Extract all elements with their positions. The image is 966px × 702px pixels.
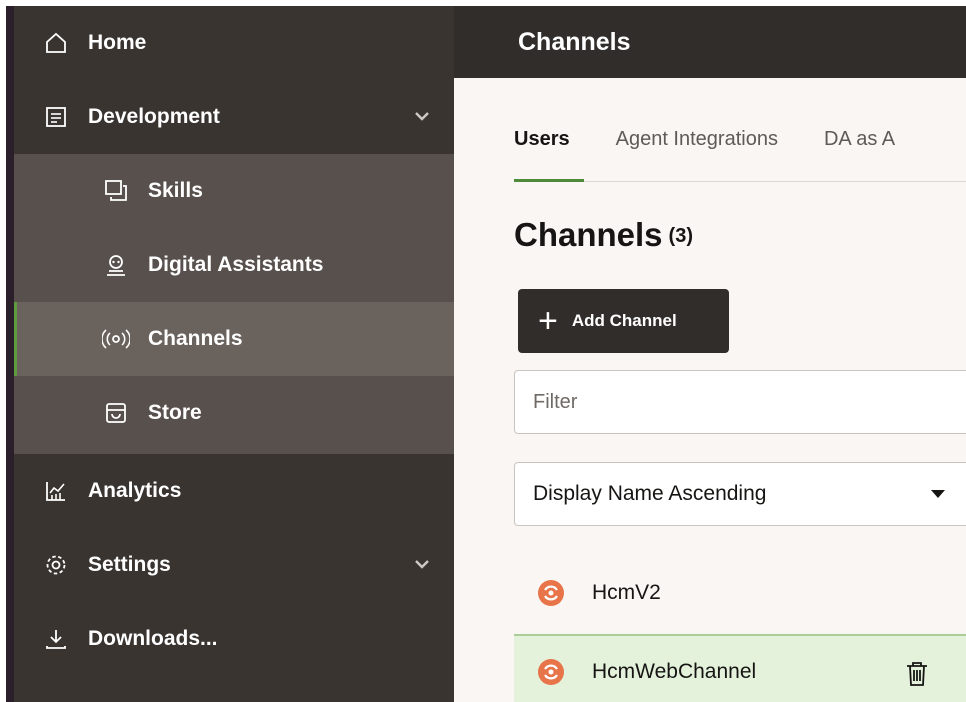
sidebar-item-home[interactable]: Home bbox=[14, 6, 454, 80]
sidebar-item-label: Downloads... bbox=[88, 627, 218, 650]
page-title: Channels (3) bbox=[514, 216, 693, 254]
sidebar-item-analytics[interactable]: Analytics bbox=[14, 454, 454, 528]
add-channel-label: Add Channel bbox=[571, 311, 677, 330]
broadcast-icon bbox=[102, 325, 130, 353]
channel-name: HcmWebChannel bbox=[592, 660, 757, 683]
download-icon bbox=[42, 625, 70, 653]
filter-input[interactable]: Filter bbox=[514, 370, 966, 434]
sidebar-item-label: Analytics bbox=[88, 479, 182, 502]
sidebar-item-downloads[interactable]: Downloads... bbox=[14, 602, 454, 676]
filter-placeholder: Filter bbox=[533, 390, 578, 413]
sidebar-item-label: Settings bbox=[88, 553, 171, 576]
sidebar-item-label: Home bbox=[88, 31, 147, 54]
tab-agent-integrations[interactable]: Agent Integrations bbox=[616, 122, 778, 181]
sort-select[interactable]: Display Name Ascending bbox=[514, 462, 966, 526]
sidebar-item-label: Development bbox=[88, 105, 220, 128]
document-list-icon bbox=[42, 103, 70, 131]
plus-icon: + bbox=[538, 302, 558, 340]
sidebar-item-skills[interactable]: Skills bbox=[14, 154, 454, 228]
tab-users[interactable]: Users bbox=[514, 122, 584, 182]
chevron-down-icon[interactable] bbox=[412, 106, 432, 126]
add-channel-button[interactable]: + Add Channel bbox=[518, 289, 729, 353]
tab-da-as-agent[interactable]: DA as A bbox=[824, 122, 895, 181]
chevron-down-icon[interactable] bbox=[412, 554, 432, 574]
list-item[interactable]: HcmV2 bbox=[514, 556, 966, 630]
skills-icon bbox=[102, 177, 130, 205]
sidebar-item-store[interactable]: Store bbox=[14, 376, 454, 450]
assistant-icon bbox=[102, 251, 130, 279]
channel-count: (3) bbox=[668, 225, 693, 247]
page-title-text: Channels bbox=[514, 216, 663, 253]
sidebar: Home Development Skills Digital Assistan… bbox=[6, 6, 454, 702]
page-header: Channels bbox=[454, 6, 966, 78]
sidebar-item-label: Channels bbox=[148, 327, 243, 350]
sidebar-item-label: Digital Assistants bbox=[148, 253, 324, 276]
trash-icon[interactable] bbox=[904, 660, 930, 688]
home-icon bbox=[42, 29, 70, 57]
sidebar-item-digital-assistants[interactable]: Digital Assistants bbox=[14, 228, 454, 302]
channel-icon bbox=[538, 580, 564, 606]
sidebar-item-settings[interactable]: Settings bbox=[14, 528, 454, 602]
list-item[interactable]: HcmWebChannel bbox=[514, 634, 966, 702]
gear-icon bbox=[42, 551, 70, 579]
sidebar-item-channels[interactable]: Channels bbox=[14, 302, 454, 376]
sidebar-item-label: Store bbox=[148, 401, 202, 424]
sidebar-item-development[interactable]: Development bbox=[14, 80, 454, 154]
main-panel: Channels Users Agent Integrations DA as … bbox=[454, 6, 966, 702]
store-icon bbox=[102, 399, 130, 427]
analytics-icon bbox=[42, 477, 70, 505]
tab-bar: Users Agent Integrations DA as A bbox=[514, 122, 966, 182]
channel-name: HcmV2 bbox=[592, 581, 661, 604]
sidebar-item-label: Skills bbox=[148, 179, 203, 202]
channel-icon bbox=[538, 659, 564, 685]
caret-down-icon bbox=[931, 490, 945, 498]
sort-value: Display Name Ascending bbox=[533, 482, 767, 505]
